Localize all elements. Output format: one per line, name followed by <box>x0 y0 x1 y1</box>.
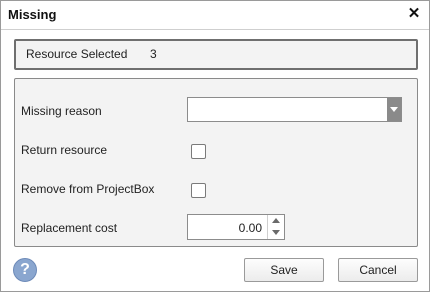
return-resource-label: Return resource <box>21 143 108 157</box>
save-button[interactable]: Save <box>244 258 324 282</box>
cancel-button[interactable]: Cancel <box>338 258 418 282</box>
remove-from-projectbox-checkbox[interactable] <box>191 183 206 198</box>
stepper-buttons <box>267 215 284 239</box>
return-resource-checkbox[interactable] <box>191 144 206 159</box>
increment-icon[interactable] <box>268 215 284 227</box>
resource-selected-label: Resource Selected <box>26 47 128 61</box>
chevron-down-icon[interactable] <box>387 98 401 121</box>
title-bar: Missing ✕ <box>1 1 429 30</box>
resource-selected-panel: Resource Selected 3 <box>14 39 418 70</box>
missing-details-group: Missing reason Return resource Remove fr… <box>14 78 418 247</box>
dialog-title: Missing <box>8 7 57 22</box>
close-icon[interactable]: ✕ <box>405 5 423 23</box>
decrement-icon[interactable] <box>268 227 284 239</box>
remove-from-projectbox-label: Remove from ProjectBox <box>21 182 155 196</box>
help-icon[interactable]: ? <box>13 258 37 282</box>
replacement-cost-label: Replacement cost <box>21 221 118 235</box>
missing-dialog: Missing ✕ Resource Selected 3 Missing re… <box>0 0 430 292</box>
missing-reason-label: Missing reason <box>21 104 102 118</box>
resource-selected-count: 3 <box>150 47 157 61</box>
replacement-cost-value[interactable]: 0.00 <box>239 221 262 235</box>
missing-reason-dropdown[interactable] <box>187 97 402 122</box>
replacement-cost-stepper[interactable]: 0.00 <box>187 214 285 240</box>
